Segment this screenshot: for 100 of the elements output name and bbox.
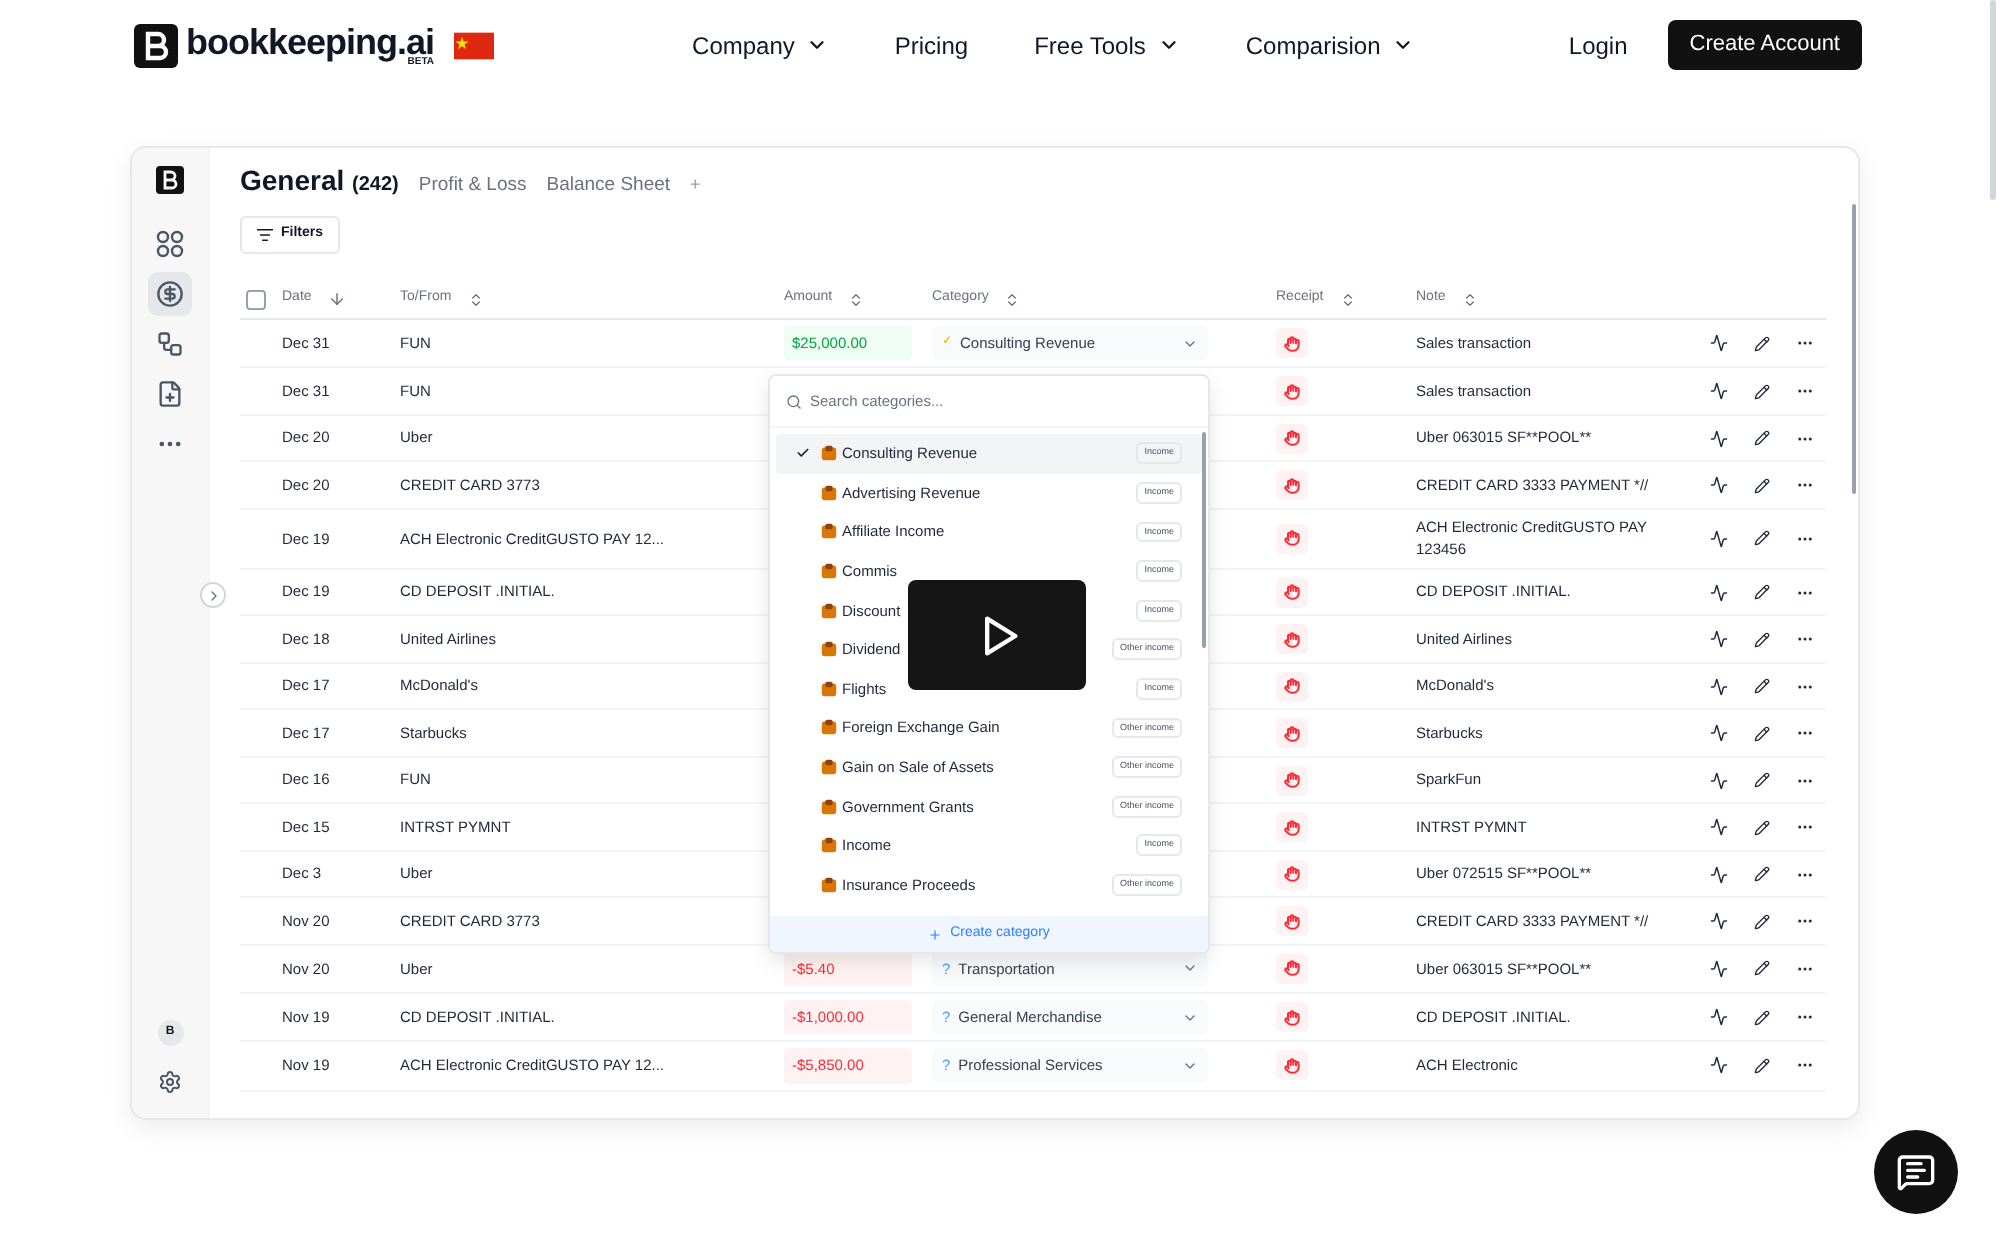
activity-icon[interactable] [1710,865,1728,883]
edit-icon[interactable] [1754,725,1770,741]
edit-icon[interactable] [1754,530,1770,547]
activity-icon[interactable] [1710,630,1728,648]
filter-icon [256,226,275,244]
activity-icon[interactable] [1710,1056,1728,1075]
receipt-button[interactable] [1276,953,1308,984]
category-emoji-icon [820,640,838,659]
activity-icon[interactable] [1710,429,1728,447]
hand-icon [1284,866,1300,882]
category-emoji-icon [820,679,838,698]
chat-icon [1896,1152,1936,1192]
receipt-button[interactable] [1276,624,1308,654]
edit-icon[interactable] [1754,584,1770,600]
receipt-button[interactable] [1276,671,1308,701]
dropdown-scrollbar[interactable] [1202,432,1206,648]
activity-icon[interactable] [1710,382,1728,400]
china-flag-icon[interactable] [454,31,495,59]
play-button[interactable] [908,580,1086,690]
login-link[interactable]: Login [1568,27,1628,63]
receipt-button[interactable] [1276,328,1308,359]
activity-icon[interactable] [1710,529,1728,548]
receipt-button[interactable] [1276,423,1308,453]
edit-icon[interactable] [1754,913,1770,929]
sort-icon[interactable] [1004,291,1021,307]
category-emoji-icon [820,797,838,816]
sort-icon[interactable] [467,291,484,307]
activity-icon[interactable] [1710,912,1728,930]
activity-icon[interactable] [1710,476,1728,494]
select-all-checkbox[interactable] [246,289,266,309]
sidebar-item[interactable] [148,272,192,316]
category-emoji-icon [820,718,838,737]
sort-icon[interactable] [848,291,865,307]
nav-link[interactable]: Pricing [894,27,969,63]
nav-link[interactable]: Free Tools [1034,27,1180,63]
activity-icon[interactable] [1710,771,1728,789]
dollar-icon [156,280,184,308]
hand-icon [1284,1009,1300,1026]
activity-icon[interactable] [1710,677,1728,695]
sort-down-icon[interactable] [327,290,346,308]
hand-icon [1284,772,1300,788]
category-emoji-icon [820,483,838,502]
hand-icon [1284,584,1300,600]
edit-icon[interactable] [1754,477,1770,493]
category-emoji-icon [820,836,838,855]
edit-icon[interactable] [1754,631,1770,647]
sort-icon[interactable] [1339,291,1356,307]
file-plus-icon [156,380,184,408]
edit-icon[interactable] [1754,335,1770,352]
edit-icon[interactable] [1754,866,1770,882]
edit-icon[interactable] [1754,1009,1770,1026]
edit-icon[interactable] [1754,772,1770,788]
nodes-icon [156,330,184,358]
logo-icon[interactable] [134,23,178,67]
category-emoji-icon [820,562,838,581]
search-icon [786,393,802,409]
hand-icon [1284,383,1300,399]
receipt-button[interactable] [1276,812,1308,842]
hand-icon [1284,725,1300,741]
edit-icon[interactable] [1754,1057,1770,1074]
report-tab[interactable]: Profit & Loss [418,172,527,201]
edit-icon[interactable] [1754,819,1770,835]
hand-icon [1284,430,1300,446]
settings-icon[interactable] [158,1070,182,1094]
receipt-button[interactable] [1276,1002,1308,1033]
receipt-button[interactable] [1276,859,1308,889]
receipt-button[interactable] [1276,1050,1308,1081]
receipt-button[interactable] [1276,765,1308,795]
create-account-button[interactable]: Create Account [1667,20,1862,70]
category-emoji-icon [820,522,838,541]
activity-icon[interactable] [1710,1008,1728,1027]
edit-icon[interactable] [1754,430,1770,446]
grid-icon [156,230,184,258]
activity-icon[interactable] [1710,818,1728,836]
sort-icon[interactable] [1461,291,1478,307]
table-scrollbar[interactable] [1852,204,1856,494]
chat-button[interactable] [1874,1130,1958,1214]
receipt-button[interactable] [1276,906,1308,936]
page-scrollbar[interactable] [1990,0,1996,200]
activity-icon[interactable] [1710,583,1728,601]
receipt-button[interactable] [1276,470,1308,500]
activity-icon[interactable] [1710,334,1728,353]
receipt-button[interactable] [1276,577,1308,607]
nav-link[interactable]: Comparision [1245,27,1415,63]
receipt-button[interactable] [1276,376,1308,406]
edit-icon[interactable] [1754,678,1770,694]
hand-icon [1284,477,1300,493]
receipt-button[interactable] [1276,718,1308,748]
edit-icon[interactable] [1754,960,1770,977]
edit-icon[interactable] [1754,383,1770,399]
nav-link[interactable]: Company [692,27,829,63]
activity-icon[interactable] [1710,959,1728,978]
logo-wordmark[interactable]: bookkeeping.ai [186,23,435,59]
activity-icon[interactable] [1710,724,1728,742]
check-icon [796,446,810,461]
receipt-button[interactable] [1276,523,1308,554]
category-emoji-icon [820,444,838,463]
app-logo-icon[interactable] [156,166,184,194]
hand-icon [1284,960,1300,977]
report-tab[interactable]: Balance Sheet [546,172,671,201]
